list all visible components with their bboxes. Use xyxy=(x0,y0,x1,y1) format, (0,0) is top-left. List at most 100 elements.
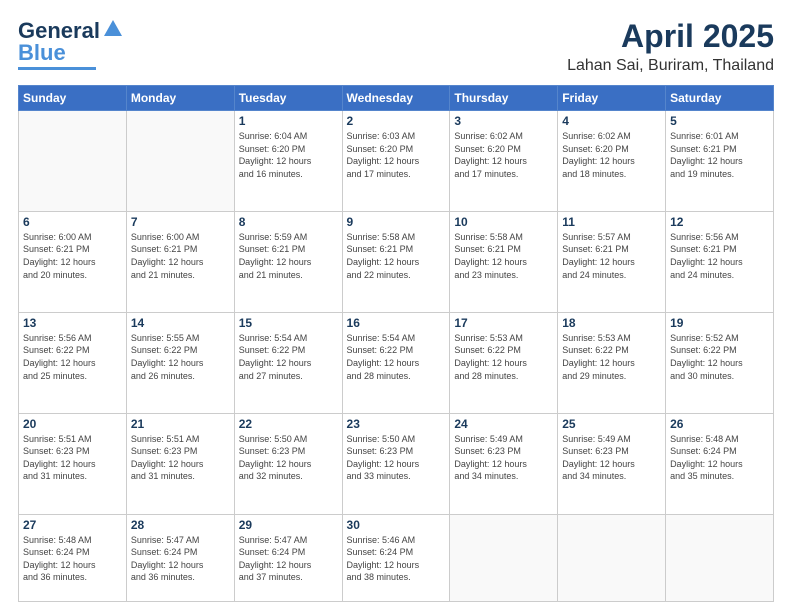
day-number: 10 xyxy=(454,215,553,229)
day-info: Sunrise: 5:50 AM Sunset: 6:23 PM Dayligh… xyxy=(239,433,338,483)
day-info: Sunrise: 6:03 AM Sunset: 6:20 PM Dayligh… xyxy=(347,130,446,180)
calendar-header-row: Sunday Monday Tuesday Wednesday Thursday… xyxy=(19,86,774,111)
calendar-cell: 5Sunrise: 6:01 AM Sunset: 6:21 PM Daylig… xyxy=(666,111,774,212)
calendar-cell: 20 Sunrise: 5:51 AM Sunset: 6:23 PM Dayli… xyxy=(19,413,127,514)
calendar-cell xyxy=(558,514,666,602)
day-number: 20 xyxy=(23,417,122,431)
day-info: Sunrise: 5:51 AM Sunset: 6:23 PM Dayligh… xyxy=(131,433,230,483)
calendar-cell xyxy=(450,514,558,602)
calendar-week-row: 6Sunrise: 6:00 AM Sunset: 6:21 PM Daylig… xyxy=(19,211,774,312)
day-number: 28 xyxy=(131,518,230,532)
page: General Blue April 2025 Lahan Sai, Burir… xyxy=(0,0,792,612)
col-wednesday: Wednesday xyxy=(342,86,450,111)
day-info: Sunrise: 5:47 AM Sunset: 6:24 PM Dayligh… xyxy=(131,534,230,584)
calendar-cell: 19 Sunrise: 5:52 AM Sunset: 6:22 PM Dayli… xyxy=(666,312,774,413)
calendar-cell: 11 Sunrise: 5:57 AM Sunset: 6:21 PM Dayli… xyxy=(558,211,666,312)
day-info: Sunrise: 5:56 AM Sunset: 6:22 PM Dayligh… xyxy=(23,332,122,382)
day-number: 21 xyxy=(131,417,230,431)
day-number: 15 xyxy=(239,316,338,330)
calendar-cell: 25 Sunrise: 5:49 AM Sunset: 6:23 PM Dayli… xyxy=(558,413,666,514)
col-tuesday: Tuesday xyxy=(234,86,342,111)
logo: General Blue xyxy=(18,18,124,70)
col-friday: Friday xyxy=(558,86,666,111)
day-number: 3 xyxy=(454,114,553,128)
day-number: 13 xyxy=(23,316,122,330)
day-number: 4 xyxy=(562,114,661,128)
calendar-cell: 8 Sunrise: 5:59 AM Sunset: 6:21 PM Daylig… xyxy=(234,211,342,312)
day-number: 27 xyxy=(23,518,122,532)
day-number: 8 xyxy=(239,215,338,229)
calendar-cell: 17 Sunrise: 5:53 AM Sunset: 6:22 PM Dayli… xyxy=(450,312,558,413)
calendar-cell: 15 Sunrise: 5:54 AM Sunset: 6:22 PM Dayli… xyxy=(234,312,342,413)
day-info: Sunrise: 5:49 AM Sunset: 6:23 PM Dayligh… xyxy=(454,433,553,483)
calendar-week-row: 20 Sunrise: 5:51 AM Sunset: 6:23 PM Dayli… xyxy=(19,413,774,514)
day-number: 11 xyxy=(562,215,661,229)
day-info: Sunrise: 5:48 AM Sunset: 6:24 PM Dayligh… xyxy=(670,433,769,483)
title-block: April 2025 Lahan Sai, Buriram, Thailand xyxy=(567,18,774,75)
calendar-cell: 14 Sunrise: 5:55 AM Sunset: 6:22 PM Dayli… xyxy=(126,312,234,413)
calendar-week-row: 13 Sunrise: 5:56 AM Sunset: 6:22 PM Dayli… xyxy=(19,312,774,413)
day-number: 19 xyxy=(670,316,769,330)
day-number: 24 xyxy=(454,417,553,431)
day-info: Sunrise: 6:04 AM Sunset: 6:20 PM Dayligh… xyxy=(239,130,338,180)
day-info: Sunrise: 5:55 AM Sunset: 6:22 PM Dayligh… xyxy=(131,332,230,382)
day-number: 16 xyxy=(347,316,446,330)
calendar-week-row: 27 Sunrise: 5:48 AM Sunset: 6:24 PM Dayli… xyxy=(19,514,774,602)
calendar-cell: 18 Sunrise: 5:53 AM Sunset: 6:22 PM Dayli… xyxy=(558,312,666,413)
day-info: Sunrise: 5:56 AM Sunset: 6:21 PM Dayligh… xyxy=(670,231,769,281)
calendar-cell: 6Sunrise: 6:00 AM Sunset: 6:21 PM Daylig… xyxy=(19,211,127,312)
main-title: April 2025 xyxy=(567,18,774,55)
logo-underline xyxy=(18,67,96,70)
day-info: Sunrise: 5:51 AM Sunset: 6:23 PM Dayligh… xyxy=(23,433,122,483)
day-info: Sunrise: 5:53 AM Sunset: 6:22 PM Dayligh… xyxy=(454,332,553,382)
day-number: 23 xyxy=(347,417,446,431)
calendar-cell: 23Sunrise: 5:50 AM Sunset: 6:23 PM Dayli… xyxy=(342,413,450,514)
calendar-cell: 1 Sunrise: 6:04 AM Sunset: 6:20 PM Daylig… xyxy=(234,111,342,212)
day-info: Sunrise: 5:57 AM Sunset: 6:21 PM Dayligh… xyxy=(562,231,661,281)
day-info: Sunrise: 6:00 AM Sunset: 6:21 PM Dayligh… xyxy=(23,231,122,281)
subtitle: Lahan Sai, Buriram, Thailand xyxy=(567,57,774,75)
calendar-cell xyxy=(666,514,774,602)
day-info: Sunrise: 5:47 AM Sunset: 6:24 PM Dayligh… xyxy=(239,534,338,584)
calendar-cell: 12 Sunrise: 5:56 AM Sunset: 6:21 PM Dayli… xyxy=(666,211,774,312)
day-info: Sunrise: 6:02 AM Sunset: 6:20 PM Dayligh… xyxy=(454,130,553,180)
day-info: Sunrise: 5:53 AM Sunset: 6:22 PM Dayligh… xyxy=(562,332,661,382)
calendar-cell: 28 Sunrise: 5:47 AM Sunset: 6:24 PM Dayli… xyxy=(126,514,234,602)
calendar-cell: 27 Sunrise: 5:48 AM Sunset: 6:24 PM Dayli… xyxy=(19,514,127,602)
calendar-cell: 22Sunrise: 5:50 AM Sunset: 6:23 PM Dayli… xyxy=(234,413,342,514)
col-monday: Monday xyxy=(126,86,234,111)
day-number: 25 xyxy=(562,417,661,431)
day-info: Sunrise: 5:59 AM Sunset: 6:21 PM Dayligh… xyxy=(239,231,338,281)
day-number: 29 xyxy=(239,518,338,532)
calendar-cell: 7Sunrise: 6:00 AM Sunset: 6:21 PM Daylig… xyxy=(126,211,234,312)
calendar-week-row: 1 Sunrise: 6:04 AM Sunset: 6:20 PM Daylig… xyxy=(19,111,774,212)
day-number: 17 xyxy=(454,316,553,330)
calendar-cell: 3 Sunrise: 6:02 AM Sunset: 6:20 PM Daylig… xyxy=(450,111,558,212)
calendar-cell: 13 Sunrise: 5:56 AM Sunset: 6:22 PM Dayli… xyxy=(19,312,127,413)
day-info: Sunrise: 5:49 AM Sunset: 6:23 PM Dayligh… xyxy=(562,433,661,483)
day-number: 18 xyxy=(562,316,661,330)
calendar-cell: 21 Sunrise: 5:51 AM Sunset: 6:23 PM Dayli… xyxy=(126,413,234,514)
calendar-cell: 24 Sunrise: 5:49 AM Sunset: 6:23 PM Dayli… xyxy=(450,413,558,514)
day-number: 14 xyxy=(131,316,230,330)
day-info: Sunrise: 6:02 AM Sunset: 6:20 PM Dayligh… xyxy=(562,130,661,180)
day-number: 1 xyxy=(239,114,338,128)
day-number: 26 xyxy=(670,417,769,431)
day-info: Sunrise: 5:46 AM Sunset: 6:24 PM Dayligh… xyxy=(347,534,446,584)
day-number: 9 xyxy=(347,215,446,229)
calendar-cell: 2 Sunrise: 6:03 AM Sunset: 6:20 PM Daylig… xyxy=(342,111,450,212)
day-info: Sunrise: 6:00 AM Sunset: 6:21 PM Dayligh… xyxy=(131,231,230,281)
day-info: Sunrise: 5:54 AM Sunset: 6:22 PM Dayligh… xyxy=(347,332,446,382)
day-info: Sunrise: 6:01 AM Sunset: 6:21 PM Dayligh… xyxy=(670,130,769,180)
day-info: Sunrise: 5:54 AM Sunset: 6:22 PM Dayligh… xyxy=(239,332,338,382)
calendar-cell xyxy=(19,111,127,212)
calendar-cell: 29 Sunrise: 5:47 AM Sunset: 6:24 PM Dayli… xyxy=(234,514,342,602)
day-number: 12 xyxy=(670,215,769,229)
day-number: 30 xyxy=(347,518,446,532)
day-info: Sunrise: 5:52 AM Sunset: 6:22 PM Dayligh… xyxy=(670,332,769,382)
day-number: 2 xyxy=(347,114,446,128)
col-thursday: Thursday xyxy=(450,86,558,111)
calendar-cell: 26 Sunrise: 5:48 AM Sunset: 6:24 PM Dayli… xyxy=(666,413,774,514)
day-info: Sunrise: 5:48 AM Sunset: 6:24 PM Dayligh… xyxy=(23,534,122,584)
logo-icon xyxy=(102,18,124,40)
